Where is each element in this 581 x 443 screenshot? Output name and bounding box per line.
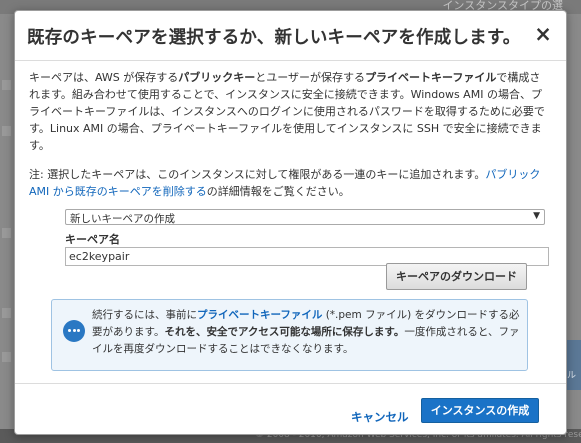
background-side-panel [0, 60, 14, 400]
background-stub [2, 80, 11, 90]
dialog-title: 既存のキーペアを選択するか、新しいキーペアを作成します。 [27, 28, 521, 48]
info-text: 続行するには、事前に [92, 309, 197, 321]
info-alert-text: 続行するには、事前にプライベートキーファイル (*.pem ファイル) をダウン… [92, 307, 522, 358]
key-pair-name-label: キーペア名 [65, 233, 120, 246]
background-right-glyph: ル [567, 371, 577, 381]
cancel-button[interactable]: キャンセル [351, 409, 409, 425]
dialog-body: キーペアは、AWS が保存するパブリックキーとユーザーが保存するプライベートキー… [29, 69, 551, 200]
note-text: 注: 選択したキーペアは、このインスタンスに対して権限がある一連のキーに追加され… [29, 168, 486, 181]
info-private-key-file: プライベートキーファイル [197, 309, 323, 321]
background-right-button: ル [565, 340, 581, 390]
intro-text: キーペアは、AWS が保存する [29, 71, 179, 84]
intro-text: とユーザーが保存する [255, 71, 366, 84]
background-stub [2, 126, 11, 136]
intro-private-key-file: プライベートキーファイル [365, 71, 497, 84]
chat-bubble-dot [77, 329, 80, 332]
key-pair-option-value: 新しいキーペアの作成 [70, 213, 175, 225]
note-text: の詳細情報をご覧ください。 [206, 185, 350, 198]
background-stub [2, 352, 11, 362]
key-pair-option-select[interactable]: 新しいキーペアの作成 ▼ [65, 209, 545, 225]
launch-instances-button[interactable]: インスタンスの作成 [421, 398, 539, 423]
info-alert: 続行するには、事前にプライベートキーファイル (*.pem ファイル) をダウン… [51, 299, 528, 371]
background-stub [2, 308, 11, 318]
key-pair-dialog: 既存のキーペアを選択するか、新しいキーペアを作成します。 × キーペアは、AWS… [14, 10, 567, 435]
intro-public-key: パブリックキー [178, 71, 256, 84]
dialog-header: 既存のキーペアを選択するか、新しいキーペアを作成します。 × [15, 11, 566, 61]
download-key-pair-button[interactable]: キーペアのダウンロード [386, 263, 527, 290]
dialog-footer: キャンセル インスタンスの作成 [15, 383, 566, 435]
note-paragraph: 注: 選択したキーペアは、このインスタンスに対して権限がある一連のキーに追加され… [29, 166, 551, 200]
info-emphasis: それを、安全でアクセス可能な場所に保存します。 [164, 326, 405, 338]
chat-bubble-dot [72, 329, 76, 332]
close-icon[interactable]: × [534, 24, 552, 45]
background-stub [2, 228, 11, 238]
chat-bubble-dot [68, 329, 71, 332]
chevron-down-icon: ▼ [533, 211, 540, 221]
intro-paragraph: キーペアは、AWS が保存するパブリックキーとユーザーが保存するプライベートキー… [29, 69, 551, 154]
chat-bubble-icon [63, 320, 85, 342]
